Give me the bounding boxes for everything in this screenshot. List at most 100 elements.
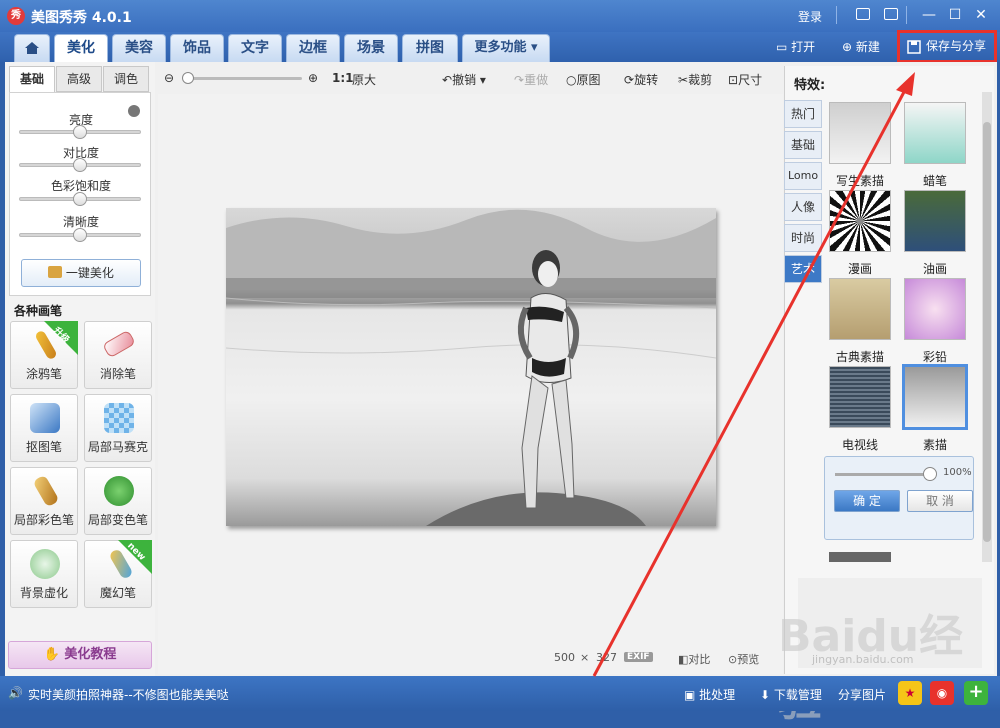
doodle-brush-tool[interactable]: 升级 涂鸦笔: [10, 321, 78, 389]
tab-more[interactable]: 更多功能 ▾: [462, 34, 550, 62]
download-icon: ⬇: [760, 688, 774, 702]
brightness-slider[interactable]: [19, 125, 141, 139]
home-button[interactable]: [14, 34, 50, 62]
slider-knob[interactable]: [73, 125, 87, 139]
category-basic[interactable]: 基础: [784, 131, 822, 159]
subtab-basic[interactable]: 基础: [9, 66, 55, 92]
resize-button[interactable]: ⊡尺寸: [728, 71, 762, 88]
crop-button[interactable]: ✂裁剪: [678, 71, 712, 88]
effect-thumb-oil[interactable]: [904, 190, 966, 252]
one-key-beautify-button[interactable]: 一键美化: [21, 259, 141, 287]
zoom-in-icon[interactable]: ⊕: [308, 71, 318, 85]
add-icon[interactable]: +: [964, 681, 988, 705]
subtab-advanced[interactable]: 高级: [56, 66, 102, 92]
effect-thumb-comic[interactable]: [829, 190, 891, 252]
effect-thumb-sketch-selected[interactable]: [902, 364, 968, 430]
slider-knob[interactable]: [73, 158, 87, 172]
maximize-icon[interactable]: ☐: [946, 6, 964, 24]
dimension-separator: ×: [580, 651, 590, 664]
category-lomo[interactable]: Lomo: [784, 162, 822, 190]
magic-brush-tool[interactable]: new 魔幻笔: [84, 540, 152, 608]
close-icon[interactable]: ✕: [972, 6, 990, 24]
category-art[interactable]: 艺术: [784, 255, 822, 283]
speaker-icon[interactable]: 🔊: [8, 686, 23, 700]
effect-thumb-tv-lines[interactable]: [829, 366, 891, 428]
new-badge: new: [118, 540, 152, 574]
rotate-button[interactable]: ⟳旋转: [624, 71, 658, 88]
promo-text[interactable]: 实时美颜拍照神器--不修图也能美美哒: [28, 686, 229, 703]
tab-accessories[interactable]: 饰品: [170, 34, 224, 62]
tab-face[interactable]: 美容: [112, 34, 166, 62]
effect-thumb-sketch-life[interactable]: [829, 102, 891, 164]
crop-label: 裁剪: [688, 73, 713, 87]
category-portrait[interactable]: 人像: [784, 193, 822, 221]
original-image-button[interactable]: ○原图: [566, 71, 601, 88]
minimize-icon[interactable]: —: [920, 6, 938, 24]
cutout-tool[interactable]: 抠图笔: [10, 394, 78, 462]
original-size-button[interactable]: 原大: [352, 71, 376, 88]
star-icon[interactable]: ★: [898, 681, 922, 705]
saturation-slider[interactable]: [19, 192, 141, 206]
weibo-icon[interactable]: ◉: [930, 681, 954, 705]
effect-label: 古典素描: [835, 350, 884, 364]
slider-knob[interactable]: [73, 228, 87, 242]
effect-thumb-partial[interactable]: [829, 552, 891, 562]
strength-slider[interactable]: [835, 473, 933, 476]
exif-button[interactable]: EXIF: [624, 652, 653, 662]
preview-button[interactable]: ⊙预览: [728, 651, 759, 667]
compare-button[interactable]: ◧对比: [678, 651, 710, 667]
undo-button[interactable]: ↶撤销 ▾: [442, 71, 486, 88]
category-fashion[interactable]: 时尚: [784, 224, 822, 252]
mosaic-tool[interactable]: 局部马赛克: [84, 394, 152, 462]
effect-label: 油画: [922, 262, 947, 276]
rotate-label: 旋转: [634, 73, 659, 87]
batch-button[interactable]: ▣ 批处理: [684, 686, 735, 703]
redo-button[interactable]: ↷重做: [514, 71, 548, 88]
tab-scene[interactable]: 场景: [344, 34, 398, 62]
divider: [836, 6, 837, 24]
scroll-thumb[interactable]: [983, 122, 991, 542]
message-icon[interactable]: [856, 8, 870, 20]
confirm-button[interactable]: 确 定: [834, 490, 900, 512]
new-button[interactable]: ⊕ 新建: [842, 38, 880, 55]
tab-border[interactable]: 边框: [286, 34, 340, 62]
upgrade-badge: 升级: [44, 321, 78, 355]
undo-icon: ↶: [442, 73, 453, 87]
subtab-color[interactable]: 调色: [103, 66, 149, 92]
color-change-tool[interactable]: 局部变色笔: [84, 467, 152, 535]
tool-label: 背景虚化: [19, 586, 68, 600]
open-button[interactable]: ▭ 打开: [776, 38, 815, 55]
effect-thumb-classic-sketch[interactable]: [829, 278, 891, 340]
share-image-button[interactable]: 分享图片: [838, 686, 886, 703]
download-manager-button[interactable]: ⬇ 下载管理: [760, 686, 822, 703]
tab-collage[interactable]: 拼图: [402, 34, 458, 62]
rotate-icon: ⟳: [624, 73, 635, 87]
zoom-knob[interactable]: [182, 72, 194, 84]
eraser-tool[interactable]: 消除笔: [84, 321, 152, 389]
tool-label: 消除笔: [99, 367, 136, 381]
tab-text[interactable]: 文字: [228, 34, 282, 62]
strength-knob[interactable]: [923, 467, 937, 481]
actual-size-ratio[interactable]: 1:1: [332, 71, 354, 85]
background-blur-tool[interactable]: 背景虚化: [10, 540, 78, 608]
color-brush-tool[interactable]: 局部彩色笔: [10, 467, 78, 535]
save-share-label: 保存与分享: [926, 39, 987, 53]
slider-knob[interactable]: [73, 192, 87, 206]
effects-scrollbar[interactable]: [982, 92, 992, 562]
effect-thumb-color-pencil[interactable]: [904, 278, 966, 340]
tab-beautify[interactable]: 美化: [54, 34, 108, 62]
contrast-slider[interactable]: [19, 158, 141, 172]
redo-icon: ↷: [514, 73, 525, 87]
login-link[interactable]: 登录: [798, 8, 822, 25]
category-hot[interactable]: 热门: [784, 100, 822, 128]
save-share-button[interactable]: 保存与分享: [897, 30, 997, 63]
zoom-out-icon[interactable]: ⊖: [164, 71, 174, 85]
sharpness-slider[interactable]: [19, 228, 141, 242]
cancel-button[interactable]: 取 消: [907, 490, 973, 512]
tutorial-button[interactable]: ✋ 美化教程: [8, 641, 152, 669]
edited-photo[interactable]: [226, 208, 716, 526]
zoom-slider[interactable]: [182, 77, 302, 80]
effects-title: 特效:: [794, 78, 826, 93]
effect-thumb-crayon[interactable]: [904, 102, 966, 164]
feedback-icon[interactable]: [884, 8, 898, 20]
